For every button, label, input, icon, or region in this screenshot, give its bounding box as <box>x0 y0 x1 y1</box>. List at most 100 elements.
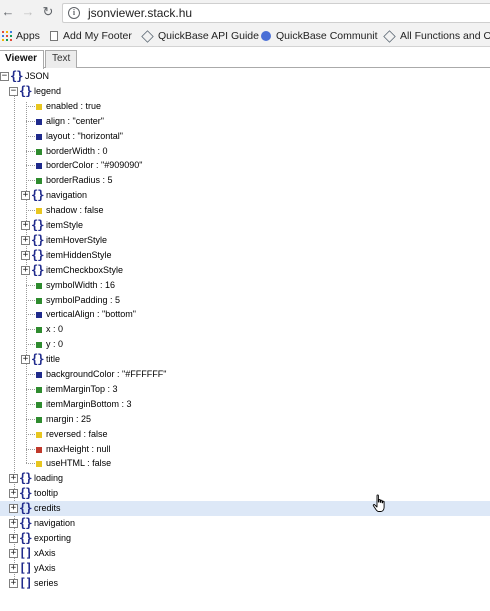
tree-node-itemmargintop[interactable]: itemMarginTop : 3 <box>0 382 490 397</box>
tree-node-label: navigation <box>34 518 76 528</box>
tree-node-label: x : 0 <box>46 324 64 335</box>
value-type-icon <box>36 208 42 215</box>
forward-arrow-icon[interactable]: → <box>20 4 36 20</box>
tree-connector <box>26 329 35 331</box>
tree-node-yaxis[interactable]: +[] yAxis <box>0 561 490 576</box>
json-tree: −{} JSON −{} legend enabled : true align : "c… <box>0 69 490 611</box>
tree-node-margin[interactable]: margin : 25 <box>0 412 490 427</box>
expand-toggle-icon[interactable]: + <box>9 519 18 528</box>
tree-node-label: navigation <box>46 190 88 201</box>
expand-toggle-icon[interactable]: + <box>21 221 30 230</box>
value-type-icon <box>36 178 42 185</box>
tree-node-label: JSON <box>25 71 50 81</box>
tree-connector <box>26 418 35 420</box>
tree-node-layout[interactable]: layout : "horizontal" <box>0 129 490 144</box>
tree-node-itemcheckboxstyle[interactable]: +{} itemCheckboxStyle <box>0 263 490 278</box>
collapse-toggle-icon[interactable]: − <box>9 86 18 96</box>
bookmark-label: QuickBase API Guide <box>158 30 259 42</box>
tree-node-x[interactable]: x : 0 <box>0 322 490 337</box>
bookmark-add-my-footer[interactable]: Add My Footer <box>50 29 132 43</box>
tab-text[interactable]: Text <box>45 50 78 68</box>
value-type-icon <box>36 133 42 140</box>
expand-toggle-icon[interactable]: + <box>9 504 18 514</box>
tree-node-y[interactable]: y : 0 <box>0 337 490 352</box>
tree-node-label: itemHiddenStyle <box>46 249 112 260</box>
tree-node-label: borderWidth : 0 <box>46 145 108 156</box>
tree-node-usehtml[interactable]: useHTML : false <box>0 456 490 471</box>
value-type-icon <box>36 103 42 110</box>
tree-node-navigation[interactable]: +{} navigation <box>0 188 490 203</box>
expand-toggle-icon[interactable]: + <box>9 474 18 484</box>
tree-connector <box>26 105 35 107</box>
tree-node-maxheight[interactable]: maxHeight : null <box>0 442 490 457</box>
expand-toggle-icon[interactable]: + <box>9 548 18 558</box>
tree-node-label: maxHeight : null <box>46 443 111 454</box>
bookmarks-bar: Apps Add My Footer QuickBase API Guide Q… <box>0 26 490 47</box>
expand-toggle-icon[interactable]: + <box>21 355 30 365</box>
tree-node-label: reversed : false <box>46 428 108 439</box>
tree-node-legend[interactable]: −{} legend <box>0 84 490 99</box>
expand-toggle-icon[interactable]: + <box>21 191 30 201</box>
tree-node-navigation[interactable]: +{} navigation <box>0 516 490 531</box>
tree-node-label: margin : 25 <box>46 413 92 424</box>
value-type-icon <box>36 386 42 393</box>
tree-node-title[interactable]: +{} title <box>0 352 490 367</box>
expand-toggle-icon[interactable]: + <box>21 250 30 260</box>
tree-node-align[interactable]: align : "center" <box>0 114 490 129</box>
browser-toolbar: ← → ↻ i jsonviewer.stack.hu <box>0 0 490 26</box>
bookmark-apps[interactable]: Apps <box>2 29 40 43</box>
tree-connector <box>26 165 35 167</box>
tree-node-credits[interactable]: +{} credits <box>0 501 490 517</box>
tree-node-xaxis[interactable]: +[] xAxis <box>0 546 490 561</box>
expand-toggle-icon[interactable]: + <box>21 265 30 275</box>
tree-node-itemhiddenstyle[interactable]: +{} itemHiddenStyle <box>0 248 490 263</box>
tree-node-verticalalign[interactable]: verticalAlign : "bottom" <box>0 307 490 322</box>
tree-node-enabled[interactable]: enabled : true <box>0 99 490 114</box>
expand-toggle-icon[interactable]: + <box>21 235 30 245</box>
tree-node-label: borderColor : "#909090" <box>46 160 143 171</box>
bookmark-quickbase-api-guide[interactable]: QuickBase API Guide <box>141 29 259 43</box>
tree-node-symbolpadding[interactable]: symbolPadding : 5 <box>0 293 490 308</box>
tree-connector <box>26 374 35 375</box>
bookmark-label: QuickBase Communit <box>276 30 378 42</box>
address-bar[interactable]: i jsonviewer.stack.hu <box>62 3 490 23</box>
tree-node-symbolwidth[interactable]: symbolWidth : 16 <box>0 278 490 293</box>
tree-node-reversed[interactable]: reversed : false <box>0 427 490 442</box>
tree-node-borderwidth[interactable]: borderWidth : 0 <box>0 144 490 159</box>
expand-toggle-icon[interactable]: + <box>9 578 18 588</box>
reload-icon[interactable]: ↻ <box>40 4 56 20</box>
bookmark-all-functions[interactable]: All Functions and Op <box>383 29 490 43</box>
tree-node-borderradius[interactable]: borderRadius : 5 <box>0 173 490 188</box>
object-braces-icon: {} <box>31 188 44 203</box>
tree-node-loading[interactable]: +{} loading <box>0 471 490 486</box>
expand-toggle-icon[interactable]: + <box>9 489 18 499</box>
object-braces-icon: {} <box>19 530 32 545</box>
bookmark-quickbase-community[interactable]: QuickBase Communit <box>261 29 378 43</box>
tree-node-itemhoverstyle[interactable]: +{} itemHoverStyle <box>0 233 490 248</box>
tree-node-backgroundcolor[interactable]: backgroundColor : "#FFFFFF" <box>0 367 490 382</box>
url-text[interactable]: jsonviewer.stack.hu <box>88 6 192 20</box>
bookmark-label: Add My Footer <box>63 30 132 42</box>
tree-node-itemmarginbottom[interactable]: itemMarginBottom : 3 <box>0 397 490 412</box>
tree-node-itemstyle[interactable]: +{} itemStyle <box>0 218 490 233</box>
info-icon[interactable]: i <box>68 7 80 19</box>
array-brackets-icon: [] <box>19 575 32 590</box>
tree-node-label: itemHoverStyle <box>46 234 108 245</box>
hand-cursor-icon <box>372 494 385 512</box>
tree-node-exporting[interactable]: +{} exporting <box>0 531 490 546</box>
tree-connector <box>26 180 35 182</box>
tree-node-label: series <box>34 577 59 588</box>
tree-node-json[interactable]: −{} JSON <box>0 69 490 84</box>
tab-viewer[interactable]: Viewer <box>0 50 45 69</box>
tree-node-series[interactable]: +[] series <box>0 576 490 591</box>
tree-connector <box>26 448 35 450</box>
tree-node-bordercolor[interactable]: borderColor : "#909090" <box>0 158 490 173</box>
tree-node-label: legend <box>34 85 62 96</box>
tree-node-shadow[interactable]: shadow : false <box>0 203 490 218</box>
tree-node-tooltip[interactable]: +{} tooltip <box>0 486 490 501</box>
quickbase-icon <box>383 29 396 43</box>
back-arrow-icon[interactable]: ← <box>0 4 16 20</box>
expand-toggle-icon[interactable]: + <box>9 563 18 573</box>
collapse-toggle-icon[interactable]: − <box>0 72 9 81</box>
expand-toggle-icon[interactable]: + <box>9 533 18 543</box>
